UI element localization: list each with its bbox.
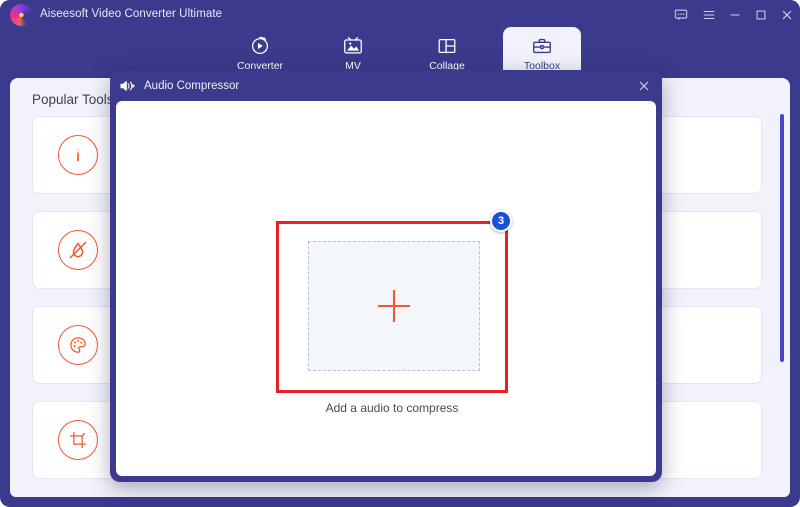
application-window: Aiseesoft Video Converter Ultimate Conve… bbox=[0, 0, 800, 507]
app-title: Aiseesoft Video Converter Ultimate bbox=[40, 8, 223, 20]
scrollbar-thumb[interactable] bbox=[780, 114, 784, 362]
page-title: Popular Tools bbox=[32, 92, 114, 107]
annotation-step-badge: 3 bbox=[490, 210, 512, 232]
dialog-title: Audio Compressor bbox=[144, 79, 240, 92]
app-logo-icon bbox=[10, 4, 32, 26]
add-audio-icon bbox=[119, 79, 137, 93]
plus-icon bbox=[378, 290, 410, 322]
dialog-titlebar: Audio Compressor bbox=[110, 70, 662, 101]
info-icon bbox=[58, 135, 98, 175]
dropzone-annotation-group: 3 Add a audio to compress bbox=[276, 210, 512, 415]
add-audio-dropzone[interactable] bbox=[308, 241, 480, 371]
dropzone-caption: Add a audio to compress bbox=[325, 401, 459, 415]
dialog-body: 3 Add a audio to compress bbox=[116, 101, 656, 476]
audio-compressor-dialog: Audio Compressor 3 Add a audio to compre… bbox=[110, 70, 662, 482]
menu-icon[interactable] bbox=[700, 6, 718, 24]
feedback-icon[interactable] bbox=[672, 6, 690, 24]
window-titlebar: Aiseesoft Video Converter Ultimate bbox=[0, 0, 800, 30]
close-icon[interactable] bbox=[778, 6, 796, 24]
close-icon[interactable] bbox=[635, 77, 652, 94]
maximize-icon[interactable] bbox=[752, 6, 770, 24]
crop-icon bbox=[58, 420, 98, 460]
watermark-remover-icon bbox=[58, 230, 98, 270]
palette-icon bbox=[58, 325, 98, 365]
minimize-icon[interactable] bbox=[726, 6, 744, 24]
